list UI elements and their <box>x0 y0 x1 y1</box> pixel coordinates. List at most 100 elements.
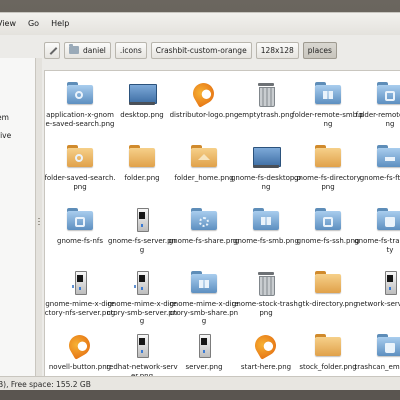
win-emblem-icon <box>261 217 271 225</box>
menu-help[interactable]: Help <box>45 13 75 35</box>
home-emblem-icon <box>198 154 210 160</box>
location-bar: daniel .icons Crashbit-custom-orange 128… <box>44 40 337 60</box>
menu-go[interactable]: Go <box>22 13 45 35</box>
net-emblem-icon <box>75 217 85 227</box>
path-button-label: places <box>307 45 332 55</box>
desktop-panel <box>0 390 400 400</box>
status-bar: B), Free space: 155.2 GB <box>0 376 400 391</box>
folder-icon <box>313 332 343 360</box>
file-item[interactable]: folder_home.png <box>171 138 237 198</box>
places-sidebar: em rive <box>0 58 36 376</box>
file-name: gnome-fs-trash-empty <box>354 237 400 254</box>
file-name: trashcan_empty.png <box>354 363 400 371</box>
desktop-icon <box>127 80 157 108</box>
path-button-label: .icons <box>119 45 142 55</box>
file-item[interactable]: emptytrash.png <box>233 75 299 135</box>
file-item[interactable]: gtk-directory.png <box>295 264 361 324</box>
gear-emblem-icon <box>199 217 209 227</box>
pencil-icon <box>48 46 57 55</box>
trash-emblem-icon <box>385 217 395 227</box>
folder-icon <box>313 143 343 171</box>
file-item[interactable]: gnome-fs-smb.png <box>233 201 299 261</box>
net-emblem-icon <box>323 217 333 227</box>
folder-search-icon <box>65 80 95 108</box>
trash-icon <box>251 269 281 297</box>
file-item[interactable]: gnome-fs-desktop.png <box>231 138 301 198</box>
file-item[interactable]: gnome-fs-server.png <box>108 201 176 261</box>
start-here-icon <box>251 332 281 360</box>
file-item[interactable]: folder-remote-ssh.png <box>355 75 400 135</box>
file-name: network-server.png <box>355 300 400 308</box>
file-item[interactable]: gnome-fs-trash-empty <box>354 201 400 261</box>
folder-icon <box>313 269 343 297</box>
file-item[interactable]: server.png <box>171 327 237 376</box>
folder-smb-icon <box>313 80 343 108</box>
file-item[interactable]: folder-remote-smb.png <box>292 75 364 135</box>
novell-button-icon <box>65 332 95 360</box>
server-icon <box>189 332 219 360</box>
folder-ftp-icon <box>375 143 400 171</box>
splitter-grip-icon[interactable] <box>38 218 40 226</box>
ftp-emblem-icon <box>385 157 395 161</box>
file-item[interactable]: gnome-fs-directory.png <box>294 138 362 198</box>
folder-nfs-icon <box>65 206 95 234</box>
file-item[interactable]: gnome-fs-ftp.png <box>357 138 400 198</box>
file-item[interactable]: gnome-fs-nfs <box>47 201 113 261</box>
file-name: folder-remote-ssh.png <box>355 111 400 128</box>
file-item[interactable]: gnome-fs-ssh.png <box>295 201 361 261</box>
file-item[interactable]: start-here.png <box>233 327 299 376</box>
server-smb-icon <box>127 269 157 297</box>
search-emblem-icon <box>75 154 83 162</box>
net-emblem-icon <box>385 91 395 101</box>
menu-bar: View Go Help <box>0 13 400 35</box>
file-item[interactable]: gnome-mime-x-directory-nfs-server.png <box>45 264 115 324</box>
path-button-label: daniel <box>83 45 106 55</box>
folder-icon <box>69 44 79 54</box>
file-item[interactable]: novell-button.png <box>47 327 113 376</box>
sidebar-item[interactable]: em <box>0 113 9 122</box>
file-item[interactable]: network-server.png <box>355 264 400 324</box>
search-emblem-icon <box>75 91 83 99</box>
file-item[interactable]: application-x-gnome-saved-search.png <box>46 75 115 135</box>
folder-ssh-icon <box>375 80 400 108</box>
server-icon <box>375 269 400 297</box>
folder-icon <box>127 143 157 171</box>
path-button-daniel[interactable]: daniel <box>64 41 111 59</box>
file-item[interactable]: desktop.png <box>109 75 175 135</box>
folder-trash-icon <box>375 206 400 234</box>
sidebar-item[interactable]: rive <box>0 131 11 140</box>
file-item[interactable]: stock_folder.png <box>295 327 361 376</box>
file-manager-window: View Go Help daniel .icons Crashbit-cust… <box>0 12 400 391</box>
folder-saved-search-icon <box>65 143 95 171</box>
folder-ssh-icon <box>313 206 343 234</box>
folder-home-icon <box>189 143 219 171</box>
file-item[interactable]: redhat-network-server.png <box>106 327 178 376</box>
path-button-crashbit[interactable]: Crashbit-custom-orange <box>150 41 252 59</box>
win-emblem-icon <box>199 280 209 288</box>
edit-location-button[interactable] <box>44 41 60 59</box>
file-item[interactable]: gnome-fs-share.png <box>169 201 239 261</box>
icon-view: application-x-gnome-saved-search.png desk… <box>44 70 400 376</box>
server-icon <box>127 332 157 360</box>
file-item[interactable]: trashcan_empty.png <box>354 327 400 376</box>
file-item[interactable]: gnome-stock-trash.png <box>232 264 300 324</box>
path-button-128x128[interactable]: 128x128 <box>255 41 299 59</box>
trash-emblem-icon <box>385 343 395 353</box>
folder-smb-icon <box>251 206 281 234</box>
win-emblem-icon <box>323 91 333 99</box>
trash-empty-icon <box>375 332 400 360</box>
folder-share-icon <box>189 206 219 234</box>
path-button-icons[interactable]: .icons <box>114 41 147 59</box>
file-item[interactable]: folder.png <box>109 138 175 198</box>
path-button-label: Crashbit-custom-orange <box>155 45 247 55</box>
server-nfs-icon <box>65 269 95 297</box>
file-item[interactable]: gnome-mime-x-directory-smb-share.png <box>169 264 239 325</box>
distributor-logo-icon <box>189 80 219 108</box>
menu-view[interactable]: View <box>0 13 22 35</box>
pane-splitter[interactable] <box>36 58 42 376</box>
file-item[interactable]: folder-saved-search.png <box>45 138 116 198</box>
file-item[interactable]: distributor-logo.png <box>170 75 239 135</box>
path-button-places[interactable]: places <box>302 41 337 59</box>
file-item[interactable]: gnome-mime-x-directory-smb-server.png <box>107 264 177 325</box>
trash-empty-icon <box>251 80 281 108</box>
